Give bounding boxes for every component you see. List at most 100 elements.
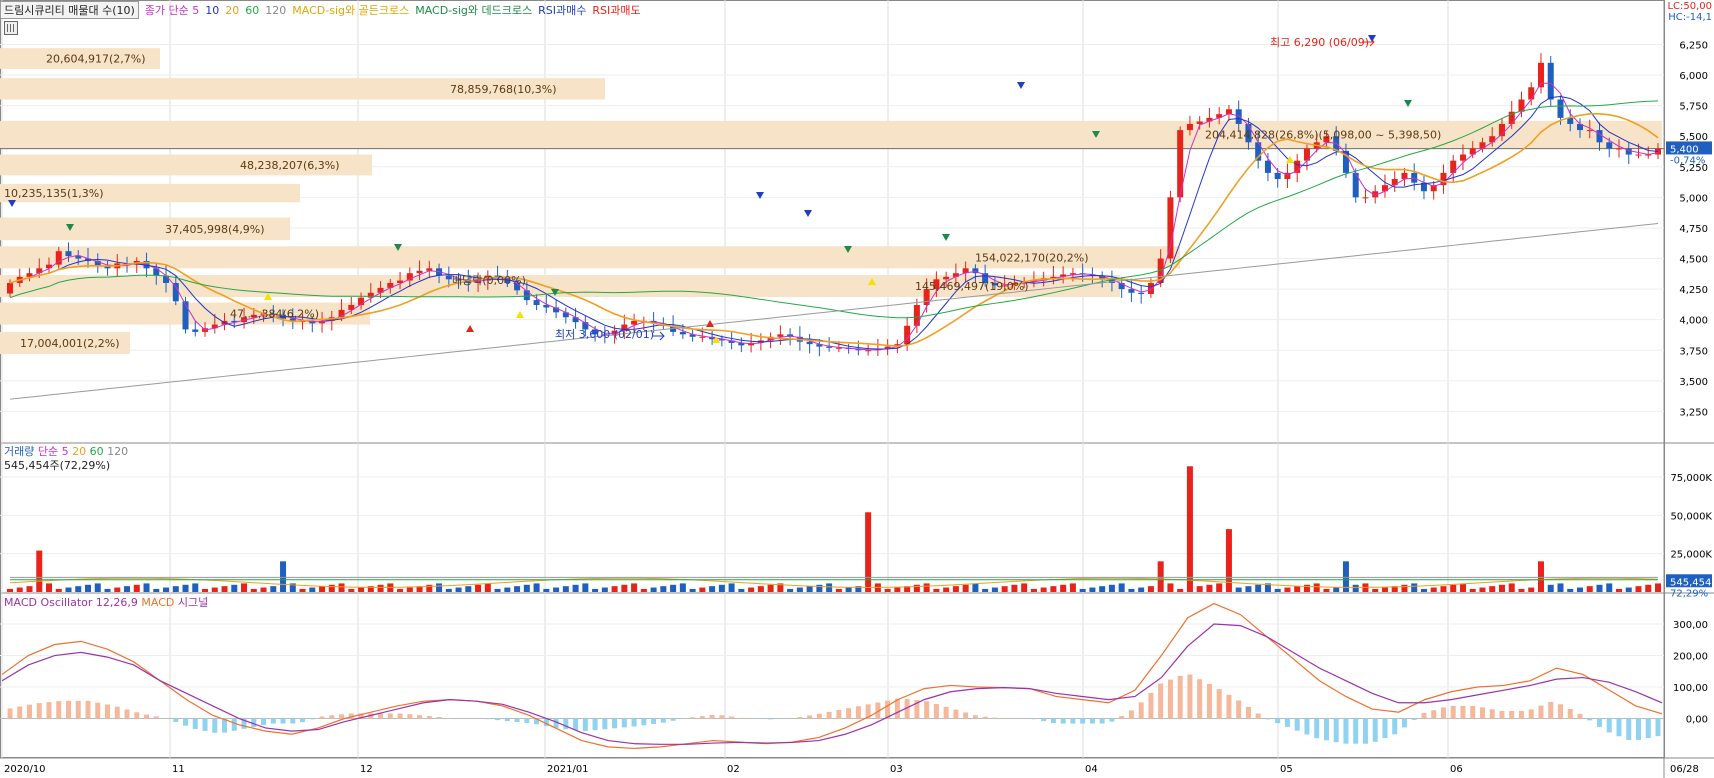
volume-bar: [75, 586, 82, 592]
oscillator-bar: [1587, 718, 1593, 721]
y-tick-label: 4,250: [1679, 285, 1708, 296]
candle: [1401, 172, 1408, 180]
volume-bar: [650, 587, 657, 592]
volume-bar: [1255, 584, 1262, 592]
volume-bar: [1206, 584, 1213, 592]
volume-bar: [689, 588, 696, 592]
volume-bar: [1381, 587, 1388, 592]
oscillator-bar: [1089, 718, 1095, 724]
rsi-sell-marker-icon: [706, 320, 714, 327]
candle: [533, 300, 540, 306]
volume-bar: [835, 588, 842, 592]
oscillator-bar: [1470, 705, 1476, 719]
stock-chart[interactable]: 2020/10 11 12 2021/01 02 03 04 05 06 06/28 6,250 6,…: [0, 0, 1714, 778]
oscillator-bar: [436, 717, 442, 719]
oscillator-bar: [1304, 718, 1310, 735]
volume-bar: [133, 584, 140, 592]
oscillator-bar: [75, 700, 81, 719]
price-panel-header: 드림시큐리티 매물대 수(10) 종가 단순 5 10 20 60 120 MA…: [0, 1, 641, 19]
oscillator-bar: [612, 718, 618, 729]
oscillator-bar: [1372, 718, 1378, 742]
oscillator-bar: [1440, 707, 1446, 719]
volume-bar: [1489, 586, 1496, 592]
volume-bar: [709, 586, 716, 592]
volume-bar: [1040, 587, 1047, 592]
candle: [1147, 282, 1154, 294]
oscillator-bar: [651, 718, 657, 724]
volume-bar: [1089, 587, 1096, 592]
oscillator-bar: [826, 711, 832, 719]
oscillator-bar: [407, 714, 413, 719]
settings-grid-icon[interactable]: [4, 21, 18, 35]
volume-bar: [143, 583, 150, 592]
oscillator-bar: [768, 718, 774, 720]
oscillator-bar: [1226, 694, 1232, 719]
rsi-buy-marker-icon: [756, 192, 764, 199]
volume-bar: [1011, 584, 1018, 592]
oscillator-bar: [602, 718, 608, 730]
oscillator-bar: [212, 718, 218, 733]
oscillator-bar: [36, 703, 42, 719]
oscillator-bar: [339, 714, 345, 719]
oscillator-bar: [1392, 718, 1398, 735]
oscillator-bar: [1148, 692, 1154, 719]
oscillator-bar: [1518, 710, 1524, 719]
volume-bar: [436, 583, 443, 592]
volume-bar: [845, 587, 852, 592]
volume-bar: [1401, 584, 1408, 592]
oscillator-bar: [1353, 718, 1359, 744]
volume-bar: [1615, 588, 1622, 592]
volume-profile-label: 37,405,998(4,9%): [165, 223, 265, 236]
volume-bar: [1108, 584, 1115, 592]
oscillator-bar: [797, 717, 803, 719]
volume-bar: [309, 587, 316, 592]
oscillator-bar: [738, 717, 744, 719]
volume-bar: [1459, 583, 1466, 592]
rsi-sell-marker-icon: [466, 325, 474, 332]
volume-bar: [1372, 588, 1379, 592]
chart-title[interactable]: 드림시큐리티 매물대 수(10): [0, 1, 139, 19]
x-tick-label: 11: [172, 764, 185, 775]
volume-bar: [991, 587, 998, 592]
oscillator-bar: [504, 718, 510, 722]
volume-bar: [582, 583, 589, 592]
volume-bar: [1567, 588, 1574, 592]
volume-bar: [46, 583, 53, 592]
candle: [777, 334, 784, 337]
volume-bar: [728, 583, 735, 592]
volume-bar: [738, 588, 745, 592]
volume-current: 545,454주(72,29%): [4, 459, 111, 472]
volume-bar: [65, 587, 72, 592]
volume-bar: [1596, 584, 1603, 592]
rsi-sell-label: RSI과매도: [592, 4, 641, 17]
y-tick-label: 6,000: [1679, 71, 1708, 82]
oscillator-bar: [709, 714, 715, 719]
oscillator-bar: [1070, 718, 1076, 724]
volume-bar: [211, 587, 218, 592]
x-tick-label: 05: [1280, 764, 1293, 775]
volume-bar: [1167, 583, 1174, 592]
macd-label: MACD: [141, 596, 175, 609]
y-tick-label: 4,750: [1679, 224, 1708, 235]
volume-bar: [455, 587, 462, 592]
volume-bar: [553, 587, 560, 592]
oscillator-bar: [1528, 709, 1534, 719]
candle: [1186, 123, 1193, 131]
oscillator-bar: [592, 718, 598, 731]
volume-bar: [445, 588, 452, 592]
oscillator-bar: [56, 701, 62, 719]
dividend-annotation: 배당락(0,00%): [452, 274, 526, 287]
volume-bar: [328, 584, 335, 592]
oscillator-bar: [1314, 718, 1320, 739]
volume-bar: [299, 588, 306, 592]
oscillator-bar: [202, 718, 208, 731]
candle: [913, 305, 920, 326]
oscillator-bar: [309, 718, 315, 720]
oscillator-bar: [1431, 710, 1437, 719]
oscillator-bar: [1197, 679, 1203, 719]
volume-pct-label: 72,29%: [1670, 588, 1708, 599]
volume-bar: [104, 588, 111, 592]
candle: [1528, 87, 1535, 100]
volume-bar: [1440, 586, 1447, 592]
ma10-label: 10: [205, 3, 220, 17]
